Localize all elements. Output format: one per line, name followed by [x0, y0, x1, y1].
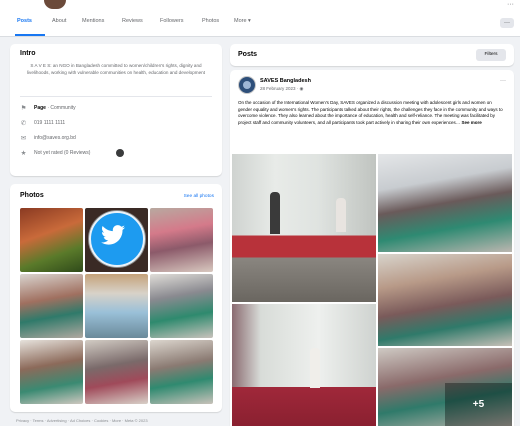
person-figure: [336, 198, 346, 232]
category-text: · Community: [45, 105, 76, 111]
person-figure: [270, 192, 280, 234]
photo-thumbnail[interactable]: [20, 274, 83, 338]
flag-icon: ⚑: [20, 105, 27, 112]
header-menu-icon[interactable]: ···: [507, 1, 514, 8]
info-row-rating: ★ Not yet rated (0 Reviews): [20, 149, 214, 159]
phone-icon: ✆: [20, 120, 27, 127]
photo-thumbnail[interactable]: [150, 274, 213, 338]
tab-photos[interactable]: Photos: [202, 18, 219, 24]
photo-thumbnail[interactable]: [85, 340, 148, 404]
page-avatar[interactable]: [238, 76, 256, 94]
active-tab-indicator: [15, 34, 45, 36]
intro-divider: [20, 96, 212, 97]
posts-title: Posts: [238, 51, 258, 58]
category-label[interactable]: Page · Community: [34, 105, 76, 111]
tab-reviews[interactable]: Reviews: [122, 18, 143, 24]
twitter-bird-icon: [101, 225, 125, 245]
profile-picture-fragment[interactable]: [44, 0, 66, 9]
post-page-name[interactable]: SAVES Bangladesh: [260, 78, 311, 84]
photo-thumbnail[interactable]: [85, 274, 148, 338]
photo-thumbnail[interactable]: [150, 340, 213, 404]
tab-posts[interactable]: Posts: [17, 18, 32, 24]
footer-links[interactable]: Privacy · Terms · Advertising · Ad Choic…: [16, 418, 148, 423]
post-photo[interactable]: [232, 154, 376, 302]
star-icon: ★: [20, 150, 27, 157]
post-options-icon[interactable]: ···: [500, 78, 506, 84]
category-prefix: Page: [34, 105, 46, 111]
info-row-phone: ✆ 019 1111 1111: [20, 119, 214, 129]
email-address[interactable]: info@saves.org.bd: [34, 135, 76, 141]
email-icon: ✉: [20, 135, 27, 142]
more-options-button[interactable]: ···: [500, 18, 514, 28]
rating-text[interactable]: Not yet rated (0 Reviews): [34, 150, 90, 156]
photo-thumbnail[interactable]: [20, 208, 83, 272]
profile-header-strip: ···: [0, 0, 520, 10]
profile-tab-bar: Posts About Mentions Reviews Followers P…: [0, 10, 520, 37]
intro-card: Intro S A V E S: an NGO in Bangladesh co…: [10, 44, 222, 176]
photo-thumbnail[interactable]: [85, 208, 148, 272]
phone-number[interactable]: 019 1111 1111: [34, 120, 65, 126]
tab-mentions[interactable]: Mentions: [82, 18, 104, 24]
tab-about[interactable]: About: [52, 18, 66, 24]
info-row-category: ⚑ Page · Community: [20, 104, 214, 114]
post-timestamp[interactable]: 28 February 2023 · ◉: [260, 86, 303, 92]
photo-thumbnail[interactable]: [20, 340, 83, 404]
tab-more[interactable]: More ▾: [234, 18, 251, 24]
post-card: SAVES Bangladesh 28 February 2023 · ◉ ··…: [230, 70, 514, 426]
post-body: On the occasion of the International Wom…: [238, 100, 506, 126]
person-figure: [310, 348, 320, 388]
tab-followers[interactable]: Followers: [160, 18, 184, 24]
posts-header-card: Posts Filters: [230, 44, 514, 66]
post-photo[interactable]: [232, 304, 376, 426]
photos-card: Photos See all photos: [10, 184, 222, 412]
see-all-photos-link[interactable]: See all photos: [184, 194, 214, 199]
post-photo[interactable]: [378, 254, 512, 346]
intro-title: Intro: [20, 50, 36, 57]
info-row-email: ✉ info@saves.org.bd: [20, 134, 214, 144]
more-photos-overlay[interactable]: +5: [445, 383, 512, 426]
photos-title: Photos: [20, 192, 44, 199]
photo-thumbnail[interactable]: [150, 208, 213, 272]
info-badge-icon[interactable]: [116, 149, 124, 157]
intro-bio: S A V E S: an NGO in Bangladesh committe…: [27, 63, 205, 75]
post-photo[interactable]: [378, 154, 512, 252]
filters-button[interactable]: Filters: [476, 49, 506, 61]
post-photo[interactable]: +5: [378, 348, 512, 426]
see-more-link[interactable]: See more: [462, 120, 482, 125]
photo-grid: [20, 208, 213, 404]
